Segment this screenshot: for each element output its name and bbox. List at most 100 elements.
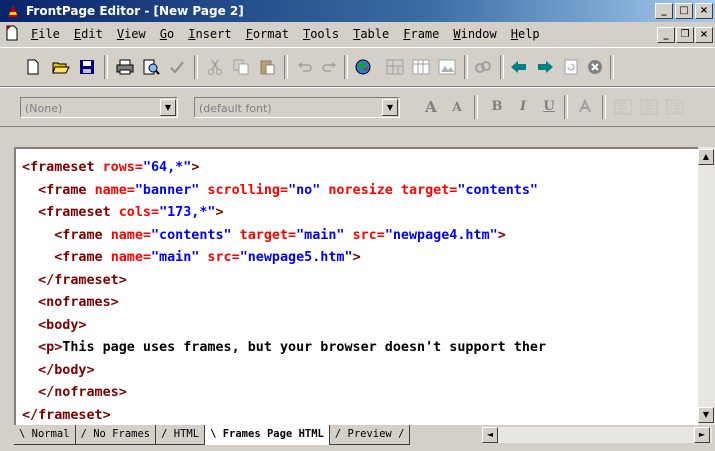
align-right-button[interactable] (664, 97, 686, 117)
menu-item[interactable]: Format (239, 22, 296, 46)
increase-font-button[interactable]: A (420, 97, 442, 117)
html-editor[interactable]: <frameset rows="64,*"> <frame name="bann… (14, 147, 698, 425)
code-token: src= (344, 227, 385, 243)
view-tab[interactable]: \ Normal (14, 425, 76, 445)
code-token: target= (231, 227, 297, 243)
code-line[interactable]: <frame name="contents" target="main" src… (22, 225, 546, 248)
menu-item[interactable]: Frame (396, 22, 446, 46)
menu-item[interactable]: Help (504, 22, 547, 46)
hyperlink-button[interactable] (472, 57, 494, 77)
menu-item[interactable]: Go (153, 22, 181, 46)
code-line[interactable]: <frameset cols="173,*"> (22, 202, 546, 225)
decrease-font-button[interactable]: A (446, 97, 468, 117)
document-minimize-button[interactable]: _ (657, 27, 675, 43)
menu-item[interactable]: File (24, 22, 67, 46)
menu-item-label: able (360, 27, 390, 41)
cut-scissors-icon (208, 59, 222, 75)
code-line[interactable]: <p>This page uses frames, but your brows… (22, 337, 546, 360)
html-source-code[interactable]: <frameset rows="64,*"> <frame name="bann… (22, 157, 546, 425)
vertical-scrollbar[interactable]: ▲ ▼ (698, 147, 715, 425)
code-line[interactable]: </frameset> (22, 405, 546, 426)
copy-button[interactable] (230, 57, 252, 77)
undo-button[interactable] (294, 57, 316, 77)
title-bar[interactable]: FrontPage Editor - [New Page 2] _ □ × (0, 0, 715, 22)
align-center-button[interactable] (638, 97, 660, 117)
frontpage-app-icon[interactable] (5, 3, 21, 19)
font-combo[interactable]: (default font) ▼ (194, 97, 400, 118)
code-line[interactable]: <noframes> (22, 292, 546, 315)
stop-button[interactable] (584, 57, 606, 77)
code-token: noresize target= (320, 182, 458, 198)
toolbar-separator (500, 55, 504, 79)
view-tab[interactable]: \ Frames Page HTML (205, 425, 330, 445)
view-tab[interactable]: / No Frames (75, 425, 157, 445)
back-button[interactable] (508, 57, 530, 77)
menu-item-accelerator: F (245, 27, 253, 41)
code-token: "64,*" (142, 160, 192, 175)
close-button[interactable]: × (695, 3, 713, 19)
italic-button[interactable]: I (512, 97, 534, 117)
view-tab[interactable]: / HTML (156, 425, 206, 445)
code-line[interactable]: <frame name="banner" scrolling="no" nore… (22, 180, 546, 203)
code-line[interactable]: <body> (22, 315, 546, 338)
view-tab[interactable]: / Preview / (329, 425, 411, 445)
web-settings-button[interactable] (352, 57, 374, 77)
scroll-right-button[interactable]: ► (694, 427, 710, 443)
print-preview-button[interactable] (140, 57, 162, 77)
chevron-down-icon[interactable]: ▼ (382, 99, 398, 116)
chevron-down-icon[interactable]: ▼ (160, 99, 176, 116)
minimize-button[interactable]: _ (655, 3, 673, 19)
style-combo[interactable]: (None) ▼ (20, 97, 178, 118)
code-line[interactable]: <frameset rows="64,*"> (22, 157, 546, 180)
code-token: <frame (22, 250, 111, 265)
menu-item[interactable]: Edit (67, 22, 110, 46)
maximize-button[interactable]: □ (675, 3, 693, 19)
insert-table-button[interactable] (410, 57, 432, 77)
menu-item-label: ile (38, 27, 60, 41)
window-title: FrontPage Editor - [New Page 2] (26, 4, 244, 18)
menu-item[interactable]: Window (446, 22, 503, 46)
spelling-button[interactable] (166, 57, 188, 77)
underline-button[interactable]: U (538, 97, 560, 117)
code-token: <frameset (22, 205, 119, 220)
code-line[interactable]: <frame name="main" src="newpage5.htm"> (22, 247, 546, 270)
spellcheck-icon (170, 61, 184, 74)
cut-button[interactable] (204, 57, 226, 77)
document-close-button[interactable]: × (695, 27, 713, 43)
menu-item[interactable]: Tools (296, 22, 346, 46)
insert-image-button[interactable] (436, 57, 458, 77)
scroll-down-button[interactable]: ▼ (698, 407, 714, 423)
document-icon[interactable] (4, 25, 20, 41)
insert-frames-button[interactable] (384, 57, 406, 77)
code-line[interactable]: </body> (22, 360, 546, 383)
arrow-left-icon (511, 61, 526, 73)
code-line[interactable]: </noframes> (22, 382, 546, 405)
text-color-button[interactable] (574, 97, 596, 117)
save-button[interactable] (76, 57, 98, 77)
code-token: > (352, 250, 361, 265)
web-globe-icon (355, 59, 371, 75)
open-button[interactable] (50, 57, 72, 77)
print-button[interactable] (114, 57, 136, 77)
menu-item[interactable]: Insert (181, 22, 238, 46)
code-token: > (215, 205, 224, 220)
new-page-button[interactable] (22, 57, 44, 77)
refresh-button[interactable] (560, 57, 582, 77)
code-token: This page uses frames, but your browser … (62, 340, 547, 355)
menu-item[interactable]: Table (346, 22, 396, 46)
align-left-button[interactable] (612, 97, 634, 117)
bold-button[interactable]: B (486, 97, 508, 117)
redo-button[interactable] (318, 57, 340, 77)
document-restore-button[interactable]: ❐ (676, 27, 694, 43)
scroll-up-button[interactable]: ▲ (698, 149, 714, 165)
menu-item[interactable]: View (110, 22, 153, 46)
code-line[interactable]: </frameset> (22, 270, 546, 293)
horizontal-scrollbar[interactable]: ◄ ► (482, 427, 712, 443)
image-icon (438, 59, 456, 75)
forward-button[interactable] (534, 57, 556, 77)
scroll-left-button[interactable]: ◄ (482, 427, 498, 443)
toolbar-separator (104, 55, 108, 79)
save-disk-icon (80, 60, 94, 74)
paste-button[interactable] (256, 57, 278, 77)
table-icon (412, 59, 430, 75)
